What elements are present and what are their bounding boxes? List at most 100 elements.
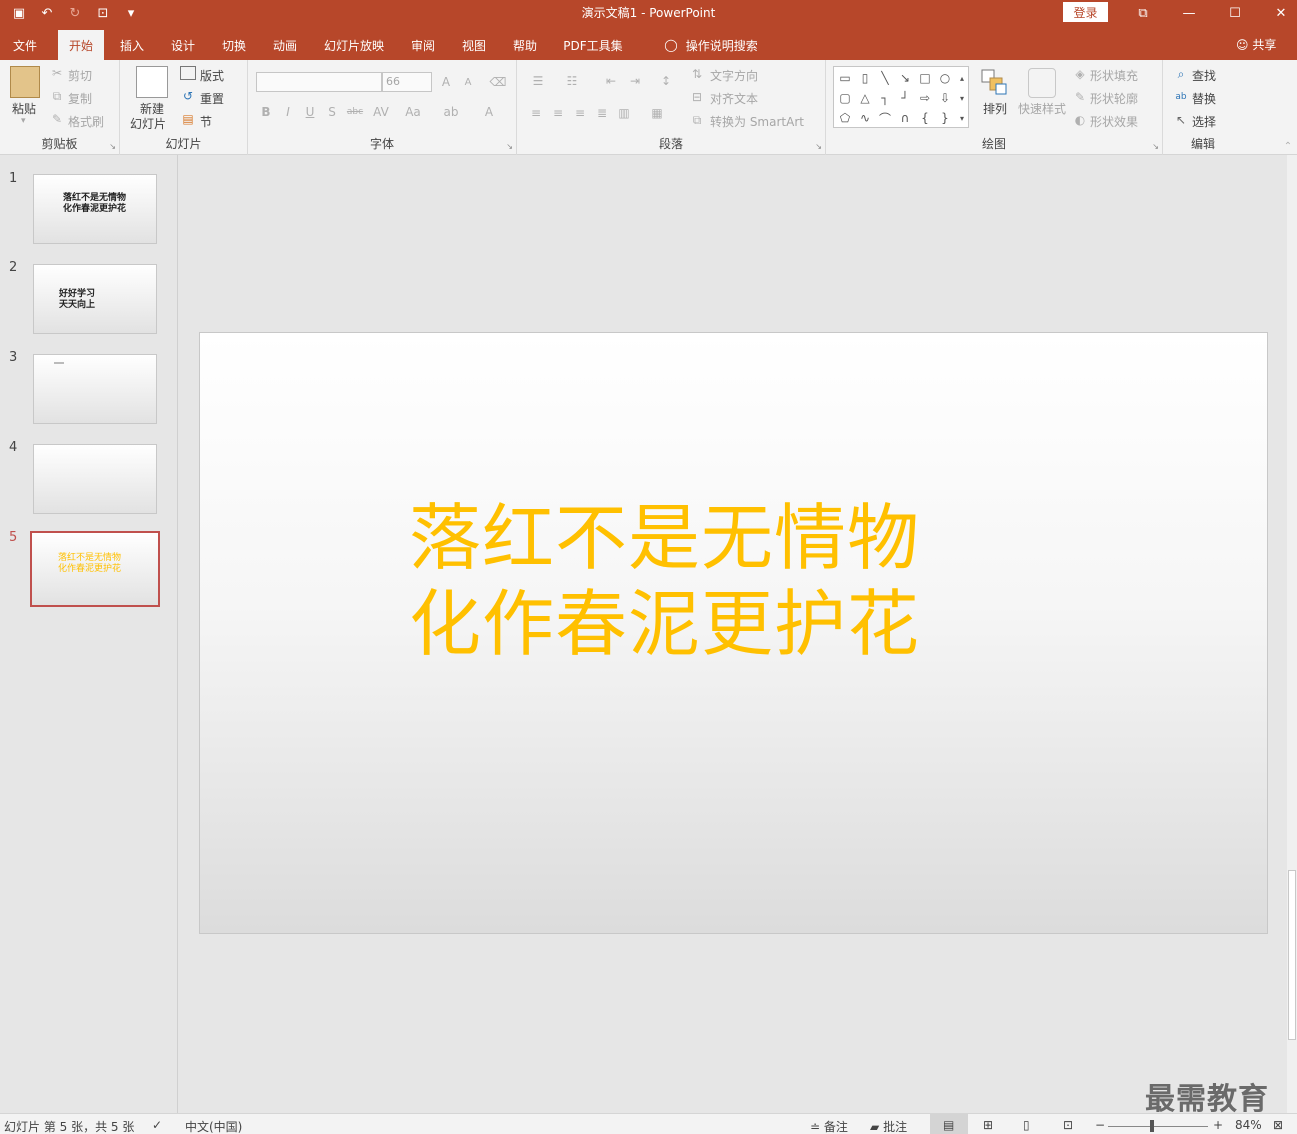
ribbon-display-icon[interactable]: ⧉ — [1120, 0, 1166, 26]
highlight-icon[interactable]: ab — [440, 104, 462, 120]
slide-thumbnail-5[interactable]: 落红不是无情物 化作春泥更护花 — [30, 531, 160, 607]
reset-button[interactable]: 重置 — [200, 90, 224, 107]
align-text-button[interactable]: 对齐文本 — [710, 90, 758, 107]
minimize-button[interactable]: — — [1166, 0, 1212, 26]
zoom-in-icon[interactable]: + — [1213, 1118, 1223, 1132]
language-status[interactable]: 中文(中国) — [185, 1118, 242, 1134]
tab-review[interactable]: 审阅 — [403, 30, 443, 60]
slide-canvas[interactable]: 落红不是无情物 化作春泥更护花 — [199, 332, 1268, 934]
paste-dropdown-icon[interactable]: ▾ — [21, 116, 26, 126]
elbow-connector-shape-icon[interactable]: ┐ — [876, 89, 894, 107]
quick-styles-button[interactable]: 快速样式 — [1018, 100, 1066, 117]
rectangle-shape-icon[interactable]: □ — [916, 69, 934, 87]
tell-me-search[interactable]: ◯ 操作说明搜索 — [646, 30, 776, 60]
bullets-icon[interactable]: ☰ — [527, 72, 549, 90]
slide-thumbnail-1[interactable]: 落红不是无情物 化作春泥更护花 — [33, 174, 157, 244]
share-button[interactable]: ☺ 共享 — [1236, 36, 1276, 53]
scribble-shape-icon[interactable]: ∿ — [856, 109, 874, 127]
slide-thumbnail-4[interactable] — [33, 444, 157, 514]
notes-button[interactable]: ≐ 备注 — [810, 1118, 848, 1134]
arrow-line-shape-icon[interactable]: ↘ — [896, 69, 914, 87]
select-button[interactable]: 选择 — [1192, 113, 1216, 130]
gallery-scroll-up-icon[interactable]: ▴ — [956, 69, 968, 87]
zoom-out-icon[interactable]: − — [1095, 1118, 1105, 1132]
scrollbar-thumb[interactable] — [1288, 870, 1296, 1040]
left-brace-shape-icon[interactable]: { — [916, 109, 934, 127]
clear-formatting-icon[interactable]: ⌫ — [490, 74, 507, 90]
layout-button[interactable]: 版式 — [200, 67, 224, 84]
right-arrow-shape-icon[interactable]: ⇨ — [916, 89, 934, 107]
line-spacing-icon[interactable]: ↕ — [655, 72, 677, 90]
signin-button[interactable]: 登录 — [1063, 2, 1108, 22]
columns-icon[interactable]: ▦ — [645, 104, 669, 122]
slide-sorter-icon[interactable]: ⊞ — [983, 1118, 993, 1132]
character-spacing-icon[interactable]: AV — [370, 104, 392, 120]
triangle-shape-icon[interactable]: △ — [856, 89, 874, 107]
curve-shape-icon[interactable]: ∩ — [896, 109, 914, 127]
shape-fill-button[interactable]: 形状填充 — [1090, 67, 1138, 84]
oval-shape-icon[interactable]: ○ — [936, 69, 954, 87]
textbox-shape-icon[interactable]: ▭ — [836, 69, 854, 87]
slideshow-view-icon[interactable]: ⊡ — [1063, 1118, 1073, 1132]
shadow-icon[interactable]: S — [324, 104, 340, 120]
maximize-button[interactable]: ☐ — [1212, 0, 1258, 26]
clipboard-launcher-icon[interactable]: ↘ — [109, 142, 116, 151]
tab-help[interactable]: 帮助 — [505, 30, 545, 60]
spellcheck-icon[interactable]: ✓ — [152, 1118, 162, 1132]
shapes-gallery[interactable]: ▭ ▯ ╲ ↘ □ ○ ▢ △ ┐ ┘ ⇨ ⇩ ⬠ ∿ ⌒ ∩ { } ▴ ▾ … — [833, 66, 969, 128]
tab-design[interactable]: 设计 — [163, 30, 203, 60]
tab-insert[interactable]: 插入 — [112, 30, 152, 60]
font-color-icon[interactable]: A — [478, 104, 500, 120]
justify-icon[interactable]: ≣ — [593, 104, 611, 122]
slide-thumbnail-2[interactable]: 好好学习 天天向上 — [33, 264, 157, 334]
convert-smartart-button[interactable]: 转换为 SmartArt — [710, 113, 804, 130]
close-button[interactable]: ✕ — [1258, 0, 1297, 26]
tab-transitions[interactable]: 切换 — [214, 30, 254, 60]
increase-indent-icon[interactable]: ⇥ — [625, 72, 645, 90]
strikethrough-icon[interactable]: abc — [346, 104, 364, 120]
vertical-textbox-shape-icon[interactable]: ▯ — [856, 69, 874, 87]
down-arrow-shape-icon[interactable]: ⇩ — [936, 89, 954, 107]
tab-file[interactable]: 文件 — [4, 30, 46, 60]
change-case-icon[interactable]: Aa — [400, 104, 426, 120]
paragraph-launcher-icon[interactable]: ↘ — [815, 142, 822, 151]
copy-button[interactable]: 复制 — [68, 90, 92, 107]
tab-home[interactable]: 开始 — [58, 30, 104, 60]
new-slide-label-2[interactable]: 幻灯片 — [130, 115, 166, 132]
arc-shape-icon[interactable]: ⌒ — [876, 109, 894, 127]
zoom-slider[interactable] — [1108, 1126, 1208, 1127]
quick-styles-icon[interactable] — [1028, 68, 1056, 98]
decrease-font-icon[interactable]: A — [460, 74, 476, 90]
slide-thumbnail-3[interactable] — [33, 354, 157, 424]
reading-view-icon[interactable]: ▯ — [1023, 1118, 1030, 1132]
font-name-combo[interactable] — [256, 72, 382, 92]
text-direction-button[interactable]: 文字方向 — [710, 67, 758, 84]
tab-pdf-tools[interactable]: PDF工具集 — [556, 30, 630, 60]
paste-button-label[interactable]: 粘贴 — [12, 100, 36, 117]
zoom-level[interactable]: 84% — [1235, 1118, 1262, 1132]
tab-animations[interactable]: 动画 — [265, 30, 305, 60]
tab-view[interactable]: 视图 — [454, 30, 494, 60]
elbow-arrow-shape-icon[interactable]: ┘ — [896, 89, 914, 107]
shape-effects-button[interactable]: 形状效果 — [1090, 113, 1138, 130]
paste-icon[interactable] — [10, 66, 40, 98]
numbering-icon[interactable]: ☷ — [561, 72, 583, 90]
comments-button[interactable]: ▰ 批注 — [870, 1118, 907, 1134]
fit-to-window-icon[interactable]: ⊠ — [1273, 1118, 1283, 1132]
rounded-rectangle-shape-icon[interactable]: ▢ — [836, 89, 854, 107]
line-shape-icon[interactable]: ╲ — [876, 69, 894, 87]
slide-title-textbox[interactable]: 落红不是无情物 化作春泥更护花 — [409, 495, 920, 667]
find-button[interactable]: 查找 — [1192, 67, 1216, 84]
new-slide-icon[interactable] — [136, 66, 168, 98]
decrease-indent-icon[interactable]: ⇤ — [601, 72, 621, 90]
font-size-combo[interactable]: 66 — [382, 72, 432, 92]
cut-button[interactable]: 剪切 — [68, 67, 92, 84]
replace-button[interactable]: 替换 — [1192, 90, 1216, 107]
tab-slideshow[interactable]: 幻灯片放映 — [316, 30, 392, 60]
distributed-icon[interactable]: ▥ — [615, 104, 633, 122]
underline-icon[interactable]: U — [302, 104, 318, 120]
shape-outline-button[interactable]: 形状轮廓 — [1090, 90, 1138, 107]
align-left-icon[interactable]: ≡ — [527, 104, 545, 122]
italic-icon[interactable]: I — [280, 104, 296, 120]
bold-icon[interactable]: B — [258, 104, 274, 120]
